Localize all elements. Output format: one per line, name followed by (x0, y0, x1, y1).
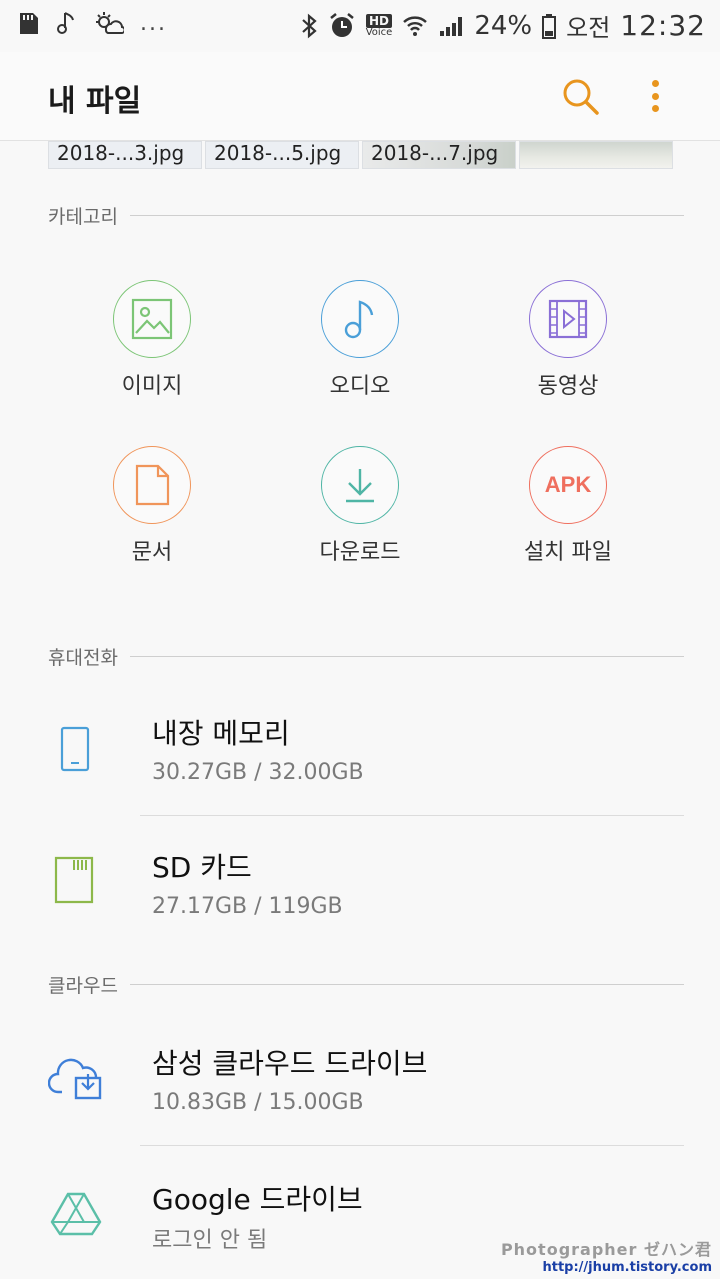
sd-card-status-icon (20, 13, 38, 34)
alarm-icon (329, 12, 354, 37)
battery-icon (542, 13, 557, 39)
page-title: 내 파일 (48, 84, 142, 119)
phone-icon (60, 726, 90, 772)
hd-voice-indicator: HD Voice (365, 13, 393, 38)
recent-file-thumb[interactable]: 2018-...7.jpg (362, 141, 516, 169)
recent-files-strip: 2018-...3.jpg 2018-...5.jpg 2018-...7.jp… (48, 141, 673, 169)
category-label: 동영상 (537, 374, 599, 399)
section-label: 클라우드 (48, 975, 118, 997)
category-images[interactable]: 이미지 (52, 280, 252, 400)
section-divider (129, 984, 684, 985)
recent-file-thumb[interactable]: 2018-...3.jpg (48, 141, 202, 169)
internal-storage-row[interactable]: 내장 메모리 30.27GB / 32.00GB (0, 700, 720, 814)
more-dot-icon (651, 80, 659, 87)
status-bar: ... HD Voice 24% 오전 12:32 (0, 0, 720, 52)
category-label: 설치 파일 (524, 540, 612, 565)
more-dot-icon (651, 92, 659, 100)
video-icon (548, 299, 588, 339)
section-divider (129, 215, 684, 216)
phone-section-header: 휴대전화 (48, 643, 684, 670)
google-drive-icon (50, 1192, 102, 1236)
battery-percent: 24% (474, 10, 533, 41)
music-note-icon (344, 300, 374, 339)
category-label: 이미지 (121, 374, 183, 399)
category-circle (113, 446, 191, 524)
category-downloads[interactable]: 다운로드 (260, 446, 460, 566)
section-label: 카테고리 (48, 206, 118, 228)
category-install-files[interactable]: APK 설치 파일 (468, 446, 668, 566)
recent-file-thumb[interactable]: 2018-...5.jpg (205, 141, 359, 169)
samsung-cloud-icon (48, 1058, 102, 1100)
hd-label: HD (366, 13, 393, 28)
voice-label: Voice (365, 26, 393, 38)
recent-file-thumb[interactable] (519, 141, 673, 169)
search-icon (563, 79, 599, 115)
more-dot-icon (651, 105, 659, 112)
document-icon (135, 464, 170, 506)
section-divider (129, 656, 684, 657)
section-label: 휴대전화 (48, 647, 118, 669)
cloud-status: 로그인 안 됨 (152, 1228, 268, 1253)
category-circle (113, 280, 191, 358)
sd-card-icon (54, 856, 94, 904)
overflow-status: ... (140, 10, 167, 36)
category-label: 문서 (131, 540, 173, 565)
download-icon (346, 469, 374, 503)
sd-card-row[interactable]: SD 카드 27.17GB / 119GB (0, 832, 720, 946)
category-section-header: 카테고리 (48, 202, 684, 229)
wifi-icon (403, 15, 428, 36)
app-bar: 내 파일 (0, 52, 720, 141)
category-circle (321, 280, 399, 358)
signal-icon (440, 16, 463, 36)
bluetooth-icon (301, 13, 317, 38)
storage-title: SD 카드 (152, 851, 252, 884)
storage-usage: 27.17GB / 119GB (152, 894, 343, 919)
category-label: 오디오 (329, 374, 391, 399)
category-label: 다운로드 (319, 540, 401, 565)
cloud-title: Google 드라이브 (152, 1183, 363, 1216)
clock: 12:32 (620, 9, 706, 42)
storage-title: 내장 메모리 (152, 717, 290, 750)
apk-icon: APK (544, 472, 592, 497)
weather-status-icon (96, 12, 124, 34)
category-documents[interactable]: 문서 (52, 446, 252, 566)
music-status-icon (57, 12, 74, 34)
more-options-button[interactable] (640, 76, 670, 116)
row-divider (140, 1145, 684, 1146)
category-video[interactable]: 동영상 (468, 280, 668, 400)
image-icon (131, 298, 173, 340)
category-circle (321, 446, 399, 524)
cloud-title: 삼성 클라우드 드라이브 (152, 1047, 428, 1080)
watermark-photographer: Photographer ゼハン君 (500, 1240, 712, 1259)
category-audio[interactable]: 오디오 (260, 280, 460, 400)
storage-usage: 30.27GB / 32.00GB (152, 760, 364, 785)
search-button[interactable] (560, 76, 600, 116)
category-circle: APK (529, 446, 607, 524)
watermark: Photographer ゼハン君 http://jhum.tistory.co… (501, 1236, 712, 1275)
row-divider (140, 815, 684, 816)
samsung-cloud-row[interactable]: 삼성 클라우드 드라이브 10.83GB / 15.00GB (0, 1028, 720, 1144)
cloud-section-header: 클라우드 (48, 971, 684, 998)
cloud-usage: 10.83GB / 15.00GB (152, 1090, 364, 1115)
category-circle (529, 280, 607, 358)
ampm-label: 오전 (566, 14, 611, 42)
watermark-url: http://jhum.tistory.com (542, 1260, 712, 1275)
